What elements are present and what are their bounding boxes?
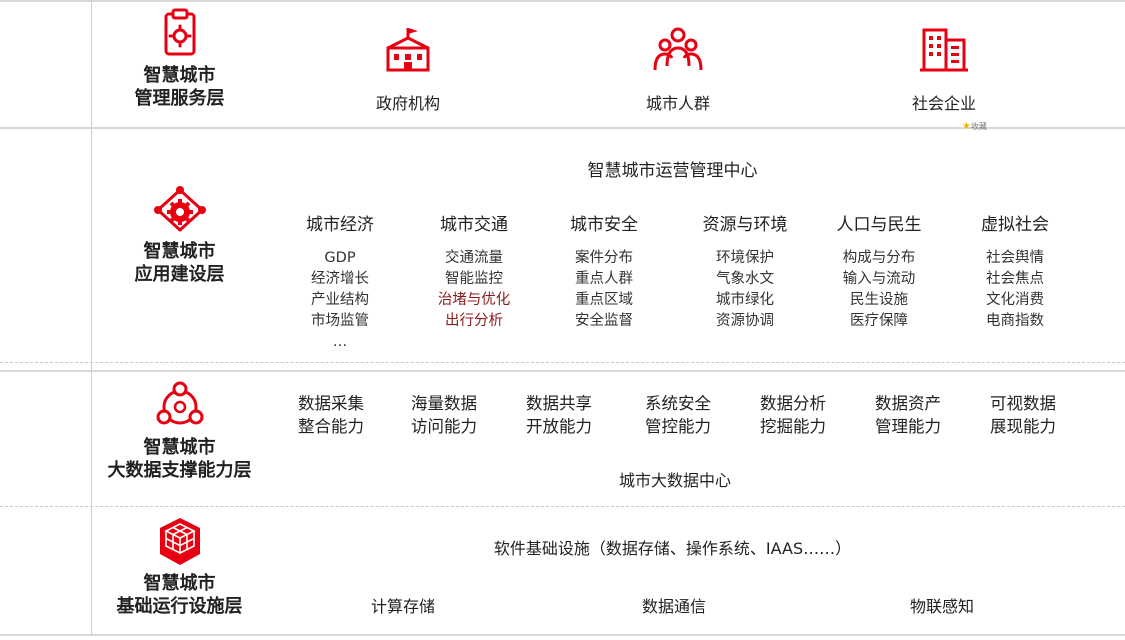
management-label-government: 政府机构: [375, 94, 440, 113]
management-item-citizens: 城市人群: [628, 26, 728, 114]
column-item: 经济增长: [311, 271, 369, 287]
capability-security: 系统安全 管控能力: [628, 392, 728, 438]
column-title: 虚拟社会: [981, 215, 1049, 235]
layer-title-line1: 智慧城市: [143, 65, 216, 86]
column-item: 城市绿化: [716, 292, 774, 308]
office-buildings-icon: [920, 28, 968, 72]
layer-management: 智慧城市 管理服务层: [92, 8, 267, 110]
capability-line1: 系统安全: [645, 394, 711, 413]
layer-title-line1: 智慧城市: [143, 573, 216, 594]
column-item: 治堵与优化: [437, 292, 511, 308]
capability-line1: 数据共享: [526, 394, 592, 413]
column-title: 城市经济: [306, 215, 374, 235]
star-icon: ★: [962, 121, 971, 132]
app-column-environment: 资源与环境 环境保护 气象水文 城市绿化 资源协调: [686, 210, 804, 332]
column-item: GDP: [324, 250, 356, 266]
capability-line1: 可视数据: [990, 394, 1056, 413]
capability-visualization: 可视数据 展现能力: [973, 392, 1073, 438]
layer-title-line2: 应用建设层: [134, 264, 225, 285]
layer-title-line2: 管理服务层: [134, 88, 225, 109]
column-item: 资源协调: [716, 313, 774, 329]
operations-center-title: 智慧城市运营管理中心: [587, 161, 758, 181]
network-gear-icon: [153, 186, 206, 232]
layer-bigdata: 智慧城市 大数据支撑能力层: [92, 380, 267, 482]
app-column-population: 人口与民生 构成与分布 输入与流动 民生设施 医疗保障: [820, 210, 938, 332]
column-item: 安全监督: [575, 313, 633, 329]
management-item-government: 政府机构: [358, 26, 458, 114]
capability-assets: 数据资产 管理能力: [858, 392, 958, 438]
column-item: 电商指数: [986, 313, 1044, 329]
column-item: 交通流量: [445, 250, 503, 266]
infra-item-communication: 数据通信: [641, 597, 706, 616]
column-item: 文化消费: [986, 292, 1044, 308]
separator-2a: [0, 362, 1125, 363]
column-title: 人口与民生: [836, 215, 922, 235]
column-item: 输入与流动: [842, 271, 916, 287]
column-item: 构成与分布: [842, 250, 916, 266]
capability-line1: 数据采集: [298, 394, 364, 413]
cube-stack-icon: [159, 518, 200, 565]
capability-collection: 数据采集 整合能力: [281, 392, 381, 438]
capability-line2: 管控能力: [645, 417, 711, 436]
column-title: 资源与环境: [702, 215, 788, 235]
app-column-safety: 城市安全 案件分布 重点人群 重点区域 安全监督: [549, 210, 659, 332]
bigdata-center-title: 城市大数据中心: [618, 471, 731, 490]
separator-bottom: [0, 634, 1125, 636]
capability-line1: 数据分析: [760, 394, 826, 413]
management-item-enterprises: 社会企业: [894, 26, 994, 114]
column-item-ellipsis: …: [332, 334, 348, 350]
column-item: 气象水文: [716, 271, 774, 287]
separator-3: [0, 506, 1125, 507]
capability-line1: 数据资产: [875, 394, 941, 413]
government-building-icon: [386, 28, 430, 72]
column-item: 案件分布: [575, 250, 633, 266]
separator-top: [0, 0, 1125, 2]
capability-line2: 访问能力: [411, 417, 477, 436]
column-item: 产业结构: [311, 292, 369, 308]
layer-title-line1: 智慧城市: [143, 241, 216, 262]
column-item: 出行分析: [445, 313, 503, 329]
capability-line1: 海量数据: [411, 394, 477, 413]
column-title: 城市交通: [440, 215, 508, 235]
column-title: 城市安全: [570, 215, 638, 235]
capability-line2: 展现能力: [990, 417, 1056, 436]
capability-line2: 管理能力: [875, 417, 941, 436]
capability-analysis: 数据分析 挖掘能力: [743, 392, 843, 438]
management-label-enterprises: 社会企业: [911, 94, 976, 113]
layer-title-line1: 智慧城市: [143, 437, 216, 458]
separator-2: [0, 370, 1125, 372]
people-group-icon: [653, 27, 703, 71]
layer-infrastructure: 智慧城市 基础运行设施层: [92, 516, 267, 618]
app-column-economy: 城市经济 GDP 经济增长 产业结构 市场监管 …: [285, 210, 395, 353]
layer-title-line2: 大数据支撑能力层: [107, 460, 252, 481]
layer-application: 智慧城市 应用建设层: [92, 184, 267, 286]
management-label-citizens: 城市人群: [645, 94, 710, 113]
column-item: 社会舆情: [986, 250, 1044, 266]
software-infrastructure: 软件基础设施（数据存储、操作系统、IAAS……）: [493, 539, 852, 558]
cycle-nodes-icon: [156, 381, 203, 425]
stamp-label: 收藏: [970, 122, 987, 131]
column-item: 医疗保障: [850, 313, 908, 329]
clipboard-gear-icon: [164, 8, 195, 56]
column-item: 民生设施: [850, 292, 908, 308]
separator-1: [0, 127, 1125, 129]
capability-line2: 开放能力: [526, 417, 592, 436]
capability-line2: 整合能力: [298, 417, 364, 436]
app-column-virtual-society: 虚拟社会 社会舆情 社会焦点 文化消费 电商指数: [960, 210, 1070, 332]
column-item: 重点区域: [575, 292, 633, 308]
app-column-traffic: 城市交通 交通流量 智能监控 治堵与优化 出行分析: [419, 210, 529, 332]
column-item: 重点人群: [575, 271, 633, 287]
infra-item-iot: 物联感知: [909, 597, 974, 616]
capability-access: 海量数据 访问能力: [394, 392, 494, 438]
layer-title-line2: 基础运行设施层: [116, 596, 243, 617]
capability-sharing: 数据共享 开放能力: [509, 392, 609, 438]
column-item: 市场监管: [311, 313, 369, 329]
infra-item-compute: 计算存储: [370, 597, 435, 616]
capability-line2: 挖掘能力: [760, 417, 826, 436]
column-item: 社会焦点: [986, 271, 1044, 287]
column-item: 环境保护: [716, 250, 774, 266]
column-item: 智能监控: [445, 271, 503, 287]
bookmark-stamp: ★收藏: [962, 121, 987, 132]
